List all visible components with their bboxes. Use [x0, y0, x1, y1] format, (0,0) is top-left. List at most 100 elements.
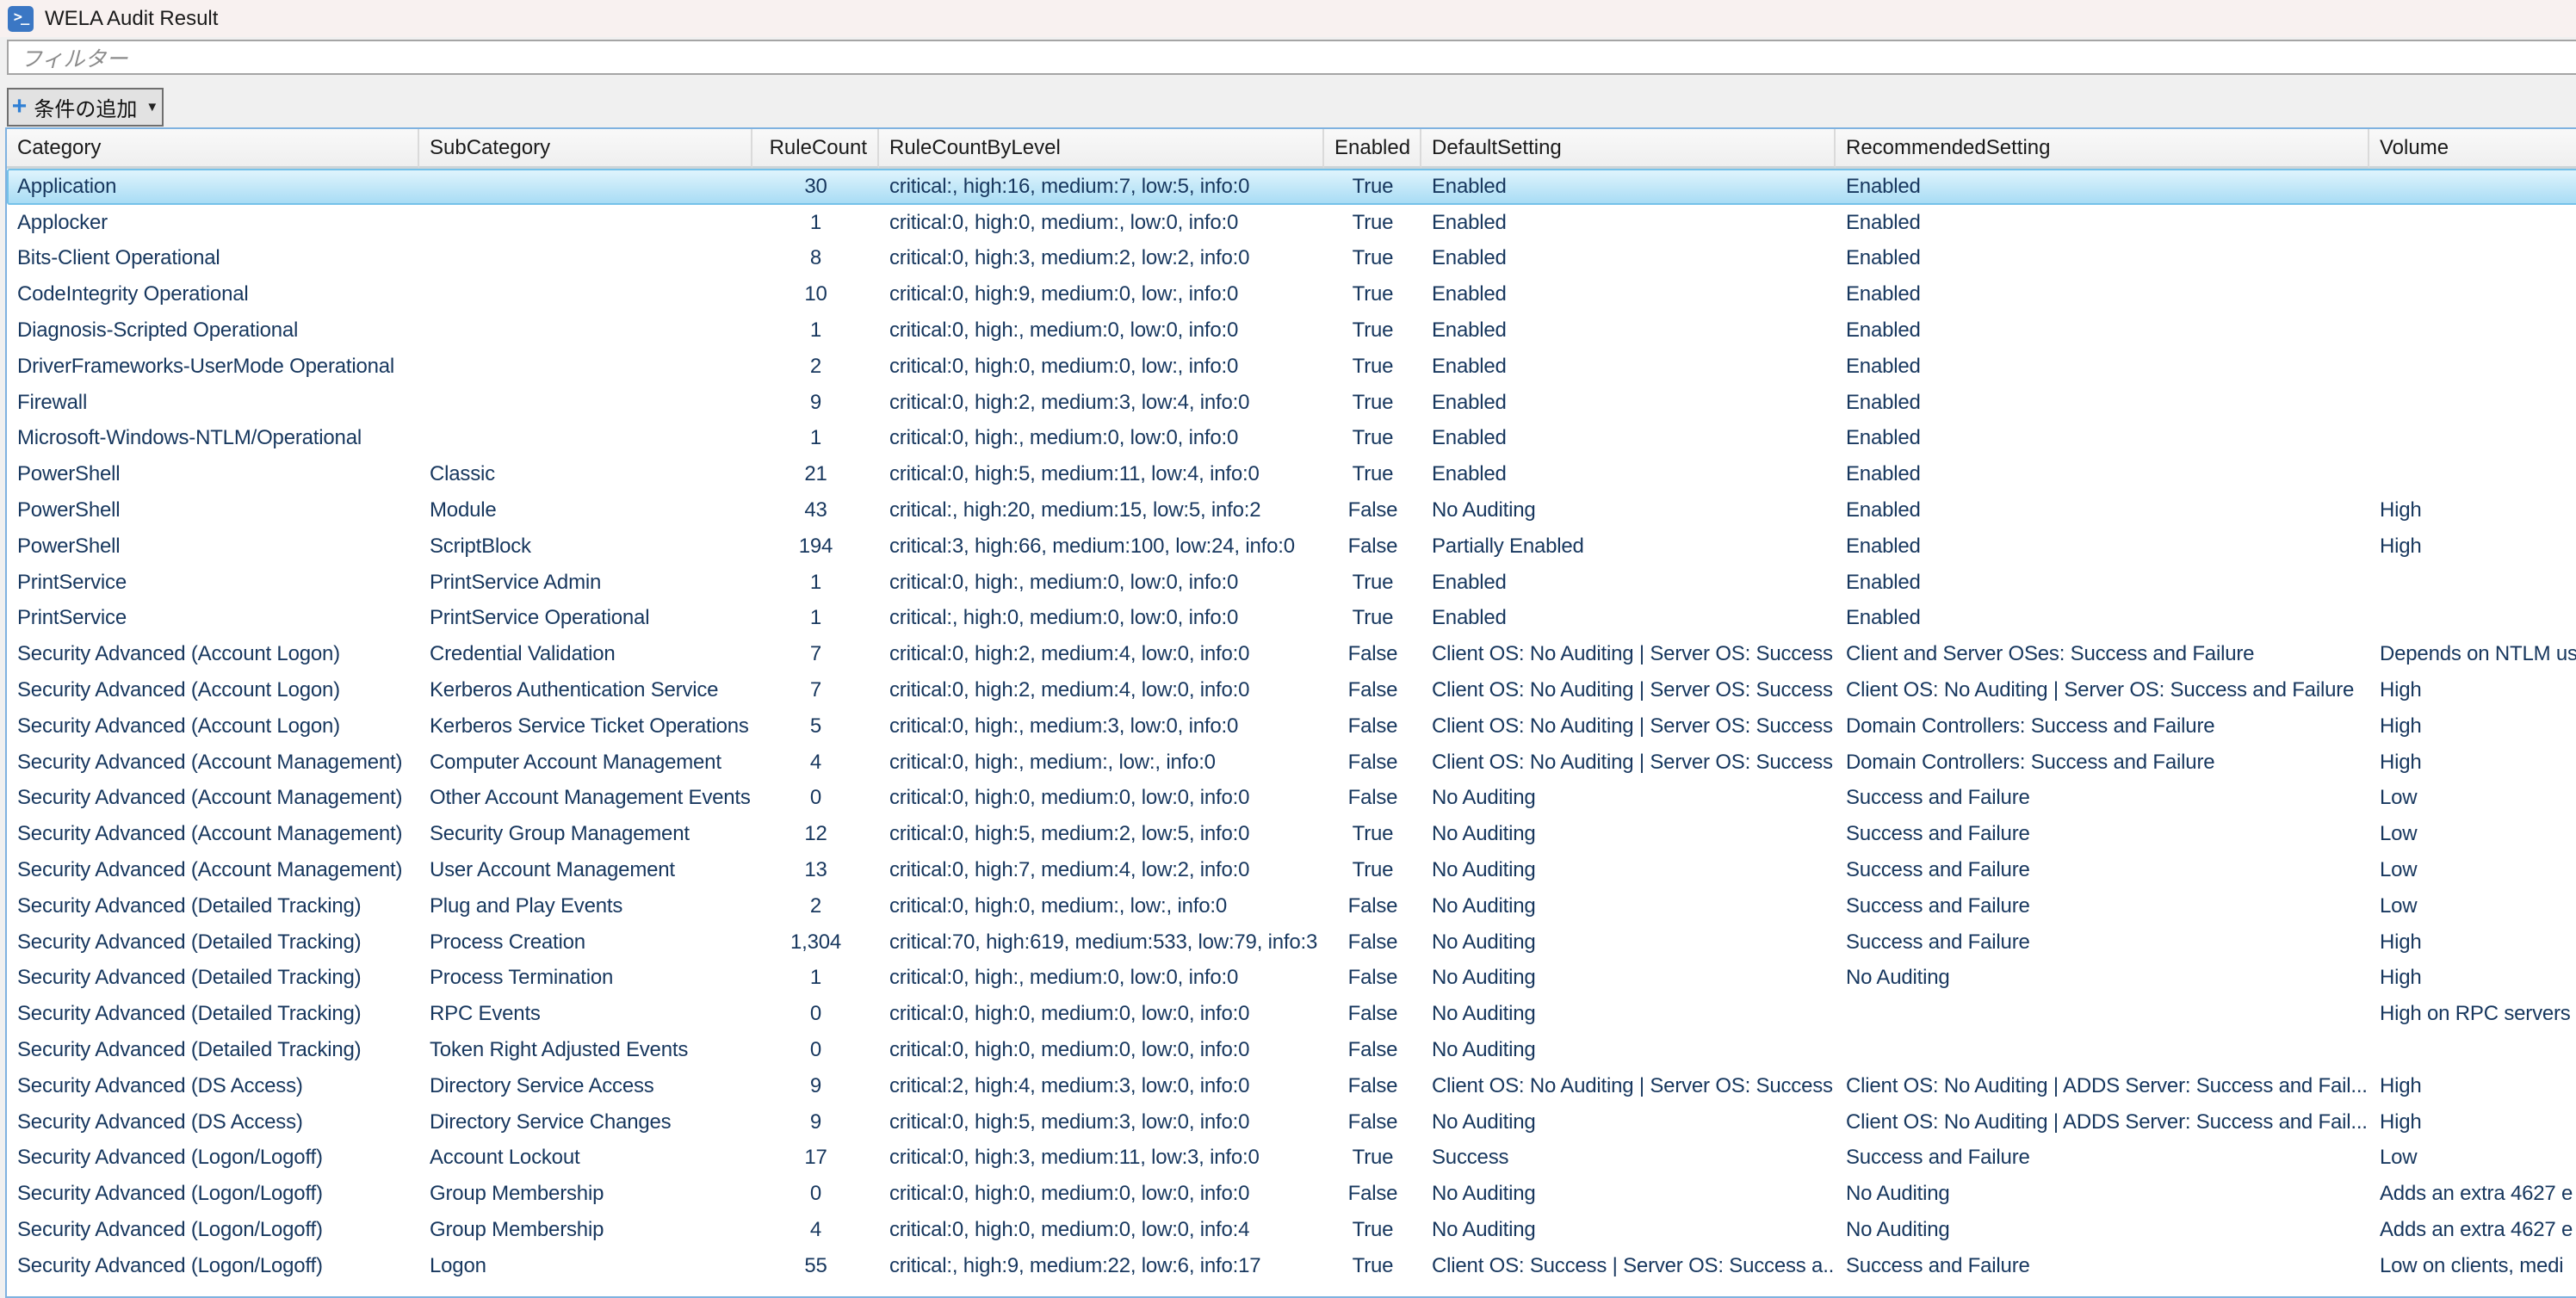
- table-row[interactable]: Diagnosis-Scripted Operational1critical:…: [7, 312, 2576, 349]
- table-row[interactable]: Security Advanced (Detailed Tracking)Pro…: [7, 924, 2576, 961]
- table-row[interactable]: Security Advanced (Account Logon)Kerbero…: [7, 672, 2576, 708]
- cell-defaultsetting: Client OS: No Auditing | Server OS: Succ…: [1421, 636, 1836, 672]
- cell-rulecountbylevel: critical:0, high:0, medium:0, low:0, inf…: [879, 1212, 1324, 1248]
- cell-rulecountbylevel: critical:0, high:3, medium:2, low:2, inf…: [879, 241, 1324, 277]
- cell-volume: Adds an extra 4627 e: [2369, 1212, 2576, 1248]
- table-row[interactable]: Security Advanced (Account Logon)Kerbero…: [7, 708, 2576, 745]
- cell-rulecount: 1: [752, 421, 879, 457]
- table-row[interactable]: Security Advanced (Logon/Logoff)Account …: [7, 1140, 2576, 1177]
- cell-subcategory: Plug and Play Events: [419, 888, 752, 924]
- cell-rulecountbylevel: critical:, high:16, medium:7, low:5, inf…: [879, 169, 1324, 205]
- cell-volume: High: [2369, 708, 2576, 745]
- cell-defaultsetting: Client OS: Success | Server OS: Success …: [1421, 1248, 1836, 1284]
- cell-subcategory: Process Creation: [419, 924, 752, 961]
- add-criteria-button[interactable]: + 条件の追加 ▼: [7, 88, 164, 127]
- cell-defaultsetting: No Auditing: [1421, 781, 1836, 817]
- table-row[interactable]: Bits-Client Operational8critical:0, high…: [7, 241, 2576, 277]
- cell-volume: [2369, 205, 2576, 241]
- plus-icon: +: [12, 94, 28, 120]
- column-header-subcategory[interactable]: SubCategory: [419, 129, 752, 169]
- table-row[interactable]: Security Advanced (Account Management)Ot…: [7, 781, 2576, 817]
- table-row[interactable]: Security Advanced (Detailed Tracking)Tok…: [7, 1032, 2576, 1068]
- cell-recommendedsetting: Enabled: [1836, 456, 2369, 492]
- cell-enabled: True: [1324, 1212, 1421, 1248]
- table-row[interactable]: PrintServicePrintService Admin1critical:…: [7, 565, 2576, 601]
- column-header-volume[interactable]: Volume: [2369, 129, 2576, 169]
- cell-enabled: False: [1324, 924, 1421, 961]
- cell-subcategory: Directory Service Changes: [419, 1104, 752, 1140]
- cell-volume: Adds an extra 4627 e: [2369, 1176, 2576, 1212]
- cell-defaultsetting: Enabled: [1421, 312, 1836, 349]
- table-row[interactable]: Security Advanced (Account Management)Co…: [7, 745, 2576, 781]
- cell-subcategory: RPC Events: [419, 996, 752, 1032]
- table-row[interactable]: Security Advanced (Account Management)Se…: [7, 816, 2576, 852]
- cell-category: Security Advanced (Account Logon): [7, 672, 419, 708]
- cell-category: Security Advanced (Detailed Tracking): [7, 888, 419, 924]
- table-row[interactable]: Security Advanced (Account Logon)Credent…: [7, 636, 2576, 672]
- table-row[interactable]: Security Advanced (DS Access)Directory S…: [7, 1068, 2576, 1104]
- column-header-defaultsetting[interactable]: DefaultSetting: [1421, 129, 1836, 169]
- column-header-enabled[interactable]: Enabled: [1324, 129, 1421, 169]
- cell-enabled: True: [1324, 852, 1421, 888]
- table-row[interactable]: Applocker1critical:0, high:0, medium:, l…: [7, 205, 2576, 241]
- cell-rulecountbylevel: critical:0, high:2, medium:3, low:4, inf…: [879, 385, 1324, 421]
- cell-category: CodeIntegrity Operational: [7, 276, 419, 312]
- cell-volume: High: [2369, 492, 2576, 528]
- cell-category: PowerShell: [7, 456, 419, 492]
- column-header-rulecount[interactable]: RuleCount: [752, 129, 879, 169]
- cell-rulecountbylevel: critical:0, high:, medium:, low:, info:0: [879, 745, 1324, 781]
- table-row[interactable]: Security Advanced (Account Management)Us…: [7, 852, 2576, 888]
- table-row[interactable]: PowerShellScriptBlock194critical:3, high…: [7, 528, 2576, 565]
- cell-rulecount: 17: [752, 1140, 879, 1177]
- cell-enabled: True: [1324, 1248, 1421, 1284]
- cell-defaultsetting: Success: [1421, 1140, 1836, 1177]
- table-row[interactable]: CodeIntegrity Operational10critical:0, h…: [7, 276, 2576, 312]
- cell-volume: Low: [2369, 852, 2576, 888]
- cell-rulecountbylevel: critical:0, high:2, medium:4, low:0, inf…: [879, 636, 1324, 672]
- cell-recommendedsetting: Success and Failure: [1836, 1140, 2369, 1177]
- cell-recommendedsetting: Enabled: [1836, 528, 2369, 565]
- table-row[interactable]: DriverFrameworks-UserMode Operational2cr…: [7, 349, 2576, 385]
- cell-enabled: True: [1324, 349, 1421, 385]
- cell-subcategory: Kerberos Service Ticket Operations: [419, 708, 752, 745]
- cell-recommendedsetting: Enabled: [1836, 492, 2369, 528]
- table-row[interactable]: PrintServicePrintService Operational1cri…: [7, 601, 2576, 637]
- cell-volume: Low: [2369, 888, 2576, 924]
- table-row[interactable]: Security Advanced (Logon/Logoff)Group Me…: [7, 1212, 2576, 1248]
- cell-volume: [2369, 565, 2576, 601]
- table-row[interactable]: Firewall9critical:0, high:2, medium:3, l…: [7, 385, 2576, 421]
- cell-subcategory: [419, 205, 752, 241]
- cell-defaultsetting: No Auditing: [1421, 1176, 1836, 1212]
- table-row[interactable]: Application30critical:, high:16, medium:…: [7, 169, 2576, 205]
- cell-subcategory: ScriptBlock: [419, 528, 752, 565]
- cell-defaultsetting: Client OS: No Auditing | Server OS: Succ…: [1421, 745, 1836, 781]
- table-row[interactable]: PowerShellClassic21critical:0, high:5, m…: [7, 456, 2576, 492]
- table-row[interactable]: Security Advanced (Logon/Logoff)Logon55c…: [7, 1248, 2576, 1284]
- table-row[interactable]: PowerShellModule43critical:, high:20, me…: [7, 492, 2576, 528]
- column-header-category[interactable]: Category: [7, 129, 419, 169]
- cell-rulecountbylevel: critical:3, high:66, medium:100, low:24,…: [879, 528, 1324, 565]
- table-row[interactable]: Microsoft-Windows-NTLM/Operational1criti…: [7, 421, 2576, 457]
- table-row[interactable]: Security Advanced (Detailed Tracking)Plu…: [7, 888, 2576, 924]
- cell-rulecountbylevel: critical:0, high:9, medium:0, low:, info…: [879, 276, 1324, 312]
- cell-category: Security Advanced (Logon/Logoff): [7, 1140, 419, 1177]
- cell-rulecount: 2: [752, 349, 879, 385]
- cell-category: PowerShell: [7, 492, 419, 528]
- column-header-recommendedsetting[interactable]: RecommendedSetting: [1836, 129, 2369, 169]
- column-header-rulecountbylevel[interactable]: RuleCountByLevel: [879, 129, 1324, 169]
- filter-input[interactable]: フィルター: [7, 40, 2576, 75]
- cell-enabled: False: [1324, 672, 1421, 708]
- cell-enabled: False: [1324, 528, 1421, 565]
- table-row[interactable]: Security Advanced (Detailed Tracking)RPC…: [7, 996, 2576, 1032]
- cell-recommendedsetting: Client OS: No Auditing | Server OS: Succ…: [1836, 672, 2369, 708]
- cell-defaultsetting: Enabled: [1421, 205, 1836, 241]
- cell-defaultsetting: No Auditing: [1421, 1212, 1836, 1248]
- table-row[interactable]: Security Advanced (Logon/Logoff)Group Me…: [7, 1176, 2576, 1212]
- cell-volume: [2369, 241, 2576, 277]
- cell-subcategory: PrintService Admin: [419, 565, 752, 601]
- cell-recommendedsetting: No Auditing: [1836, 961, 2369, 997]
- table-row[interactable]: Security Advanced (Detailed Tracking)Pro…: [7, 961, 2576, 997]
- cell-rulecountbylevel: critical:0, high:3, medium:11, low:3, in…: [879, 1140, 1324, 1177]
- table-row[interactable]: Security Advanced (DS Access)Directory S…: [7, 1104, 2576, 1140]
- cell-volume: High: [2369, 961, 2576, 997]
